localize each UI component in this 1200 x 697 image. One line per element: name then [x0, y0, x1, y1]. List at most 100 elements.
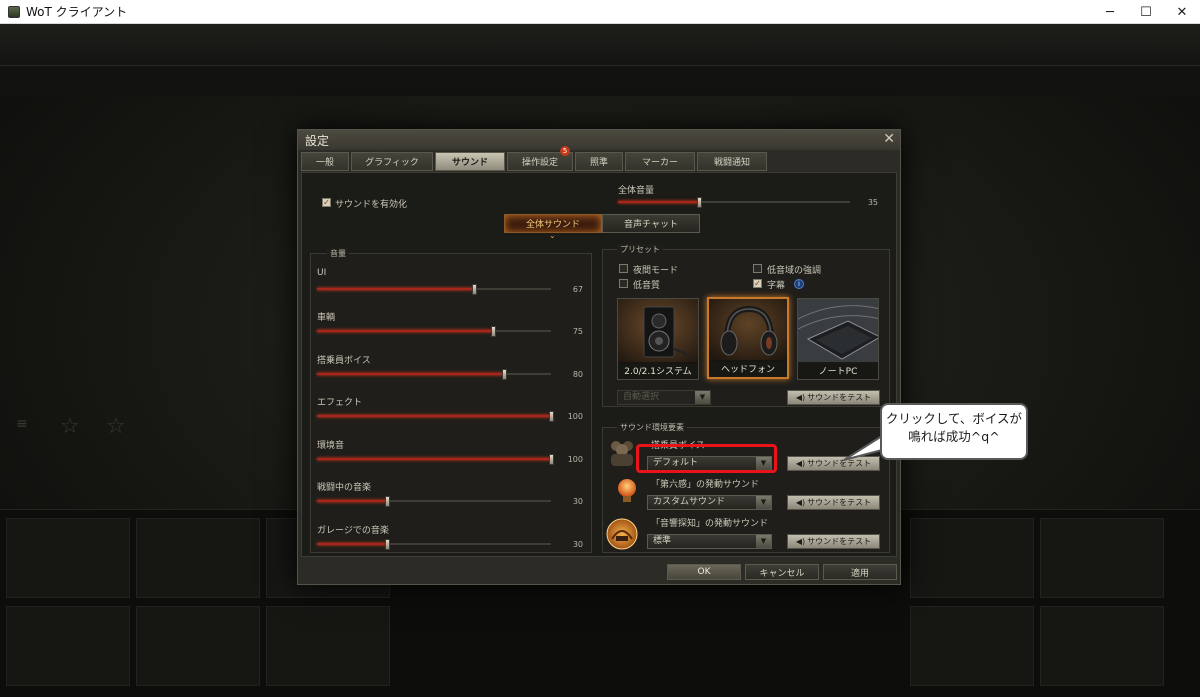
cancel-button[interactable]: キャンセル — [745, 564, 819, 580]
chevron-down-icon: ⌄ — [549, 231, 556, 240]
slider-handle[interactable] — [471, 284, 477, 295]
effects-volume-value: 100 — [567, 412, 583, 421]
vehicle-tile — [1040, 606, 1164, 686]
tab-controls[interactable]: 操作設定 5 — [507, 146, 573, 171]
preset-label: ノートPC — [798, 362, 878, 379]
ok-button[interactable]: OK — [667, 564, 741, 580]
star-icon: ☆ — [60, 414, 80, 439]
crew-voice-volume-slider[interactable] — [317, 369, 551, 380]
presets-panel: プリセット 夜間モード 低音域の強調 低音質 ✓ 字幕 i 2.0/2.1システ… — [602, 244, 890, 407]
tab-sight[interactable]: 照準 — [575, 152, 623, 171]
master-volume-label: 全体音量 — [618, 186, 655, 196]
slider-handle[interactable] — [385, 496, 391, 507]
subtitles-label: 字幕 — [767, 281, 786, 291]
maximize-button[interactable]: ☐ — [1128, 0, 1164, 24]
window-titlebar: WoT クライアント ─ ☐ ✕ — [0, 0, 1200, 24]
sixth-sense-label: 「第六感」の発動サウンド — [651, 480, 760, 490]
crew-voice-icon — [607, 436, 637, 466]
headphones-icon — [709, 299, 787, 362]
crew-voice-volume-value: 80 — [572, 370, 583, 379]
speaker-icon: ◀) — [795, 498, 806, 507]
volume-label-battle-music: 戦闘中の音楽 — [317, 483, 372, 493]
preset-label: 2.0/2.1システム — [618, 362, 698, 379]
star-icon: ☆ — [106, 414, 126, 439]
preset-card-speakers[interactable]: 2.0/2.1システム — [617, 298, 699, 380]
dialog-title: 設定 — [305, 134, 330, 148]
speaker-icon — [618, 299, 698, 364]
night-mode-checkbox[interactable] — [619, 264, 628, 273]
highlight-box — [636, 444, 777, 473]
sound-subtabs: 全体サウンド ⌄ 音声チャット — [504, 214, 700, 240]
ui-volume-value: 67 — [572, 285, 583, 294]
sound-detection-icon — [605, 517, 639, 551]
subtab-general-sound[interactable]: 全体サウンド ⌄ — [504, 214, 602, 240]
dialog-header: 設定 ✕ — [298, 130, 900, 150]
sixth-sense-dropdown[interactable]: カスタムサウンド ▼ — [647, 495, 772, 510]
effects-volume-slider[interactable] — [317, 411, 554, 422]
window-title: WoT クライアント — [26, 5, 128, 19]
close-window-button[interactable]: ✕ — [1164, 0, 1200, 24]
master-volume-slider[interactable] — [618, 197, 850, 208]
sound-detection-test-sound-button[interactable]: ◀) サウンドをテスト — [787, 534, 880, 549]
sound-detection-label: 「音響探知」の発動サウンド — [651, 519, 769, 529]
preset-test-sound-button[interactable]: ◀) サウンドをテスト — [787, 390, 880, 405]
vehicle-tile — [136, 518, 260, 598]
volume-panel: 音量 UI 67 車輌 75 搭乗員ボイス 80 エフェクト 100 環境音 1… — [310, 248, 592, 553]
battle-music-volume-value: 30 — [572, 497, 583, 506]
volume-label-vehicle: 車輌 — [317, 313, 336, 323]
info-icon[interactable]: i — [794, 279, 804, 289]
night-mode-label: 夜間モード — [633, 266, 679, 276]
minimize-button[interactable]: ─ — [1092, 0, 1128, 24]
ambient-volume-slider[interactable] — [317, 454, 554, 465]
speaker-icon: ◀) — [795, 393, 806, 402]
subtitles-checkbox[interactable]: ✓ — [753, 279, 762, 288]
slider-handle[interactable] — [502, 369, 508, 380]
battle-music-volume-slider[interactable] — [317, 496, 551, 507]
slider-handle[interactable] — [549, 454, 554, 465]
sixth-sense-test-sound-button[interactable]: ◀) サウンドをテスト — [787, 495, 880, 510]
garage-sub-bar — [0, 66, 1200, 96]
preset-card-laptop[interactable]: ノートPC — [797, 298, 879, 380]
slider-handle[interactable] — [697, 197, 703, 208]
bass-boost-checkbox[interactable] — [753, 264, 762, 273]
tab-graphics[interactable]: グラフィック — [351, 152, 433, 171]
ui-volume-slider[interactable] — [317, 284, 551, 295]
slider-handle[interactable] — [549, 411, 554, 422]
tab-battle-notifications[interactable]: 戦闘通知 — [697, 152, 767, 171]
close-icon[interactable]: ✕ — [883, 131, 895, 147]
garage-music-volume-value: 30 — [572, 540, 583, 549]
apply-button[interactable]: 適用 — [823, 564, 897, 580]
settings-tabs: 一般 グラフィック サウンド 操作設定 5 照準 マーカー 戦闘通知 — [301, 146, 769, 171]
vehicle-volume-slider[interactable] — [317, 326, 551, 337]
chevron-down-icon: ▼ — [695, 391, 710, 404]
sound-settings-content: ✓ サウンドを有効化 全体音量 35 全体サウンド ⌄ 音声チャット 音量 UI … — [301, 172, 897, 557]
vehicle-tile — [136, 606, 260, 686]
vehicle-tile — [910, 518, 1034, 598]
volume-label-ambient: 環境音 — [317, 441, 345, 451]
low-quality-checkbox[interactable] — [619, 279, 628, 288]
garage-music-volume-slider[interactable] — [317, 539, 551, 550]
window-controls: ─ ☐ ✕ — [1092, 0, 1200, 24]
preset-label: ヘッドフォン — [709, 360, 787, 377]
slider-handle[interactable] — [385, 539, 391, 550]
enable-sound-checkbox[interactable]: ✓ — [322, 198, 331, 207]
garage-top-bar — [0, 24, 1200, 66]
ambient-volume-value: 100 — [567, 455, 583, 464]
tab-sound[interactable]: サウンド — [435, 152, 505, 171]
tab-markers[interactable]: マーカー — [625, 152, 695, 171]
low-quality-label: 低音質 — [633, 281, 661, 291]
vehicle-tile — [6, 606, 130, 686]
slider-handle[interactable] — [490, 326, 496, 337]
speaker-icon: ◀) — [795, 459, 806, 468]
laptop-icon — [798, 299, 878, 364]
preset-card-headphones[interactable]: ヘッドフォン — [707, 297, 789, 379]
app-icon — [8, 5, 20, 18]
bass-boost-label: 低音域の強調 — [767, 266, 822, 276]
sound-detection-dropdown[interactable]: 標準 ▼ — [647, 534, 772, 549]
subtab-voice-chat[interactable]: 音声チャット — [602, 214, 700, 233]
vehicle-tile — [266, 606, 390, 686]
presets-legend: プリセット — [617, 244, 663, 255]
volume-legend: 音量 — [327, 248, 349, 259]
tab-general[interactable]: 一般 — [301, 152, 349, 171]
volume-label-crew: 搭乗員ボイス — [317, 356, 371, 366]
